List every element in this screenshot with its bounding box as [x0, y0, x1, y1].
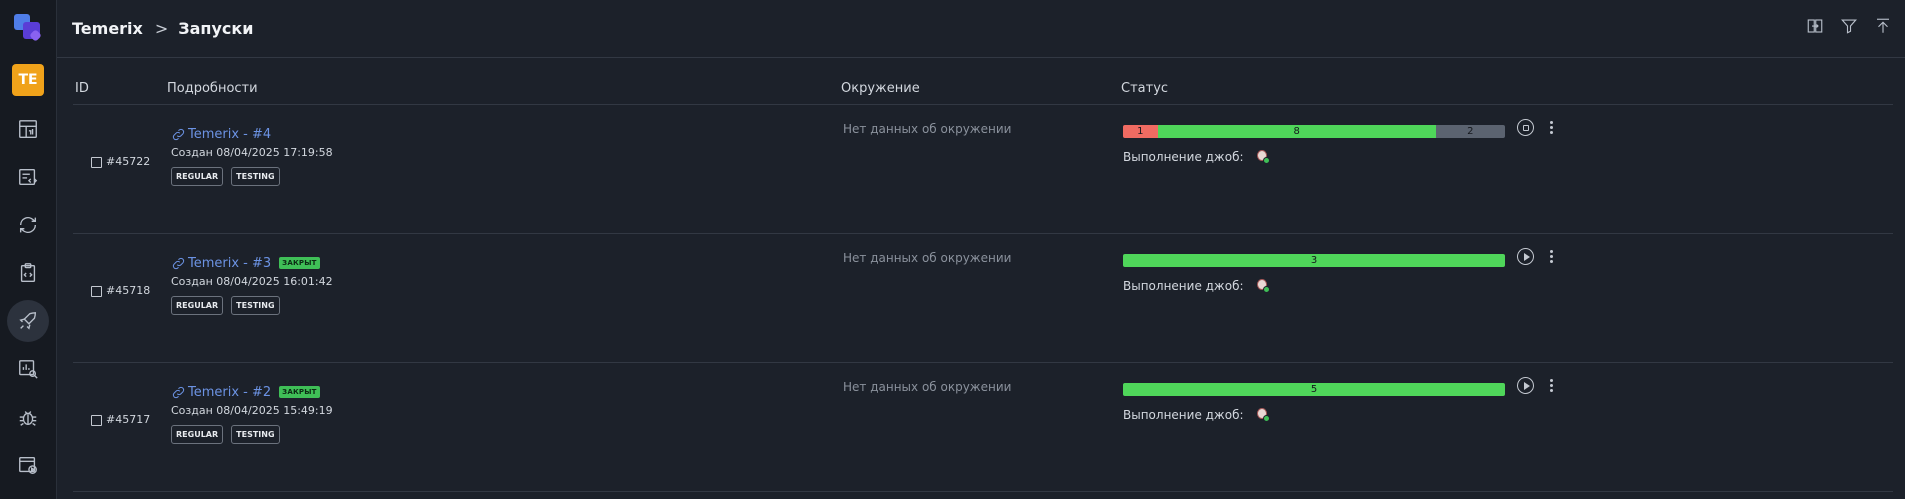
jobs-label: Выполнение джоб: — [1123, 408, 1244, 422]
job-user-avatar[interactable] — [1256, 408, 1270, 422]
launch-details: Temerix - #2 ЗАКРЫТ Создан 08/04/2025 15… — [171, 382, 333, 444]
more-menu-icon[interactable] — [1544, 377, 1558, 394]
status-progress-bar[interactable]: 3 — [1123, 254, 1505, 267]
filter-icon[interactable] — [1839, 16, 1859, 36]
tag-regular[interactable]: REGULAR — [171, 425, 224, 444]
closed-badge: ЗАКРЫТ — [279, 386, 320, 398]
created-date: Создан 08/04/2025 16:01:42 — [171, 275, 333, 288]
test-plan-icon[interactable] — [7, 252, 49, 294]
column-status: Статус — [1121, 81, 1169, 96]
sidebar: TE — [0, 0, 57, 499]
launch-details: Temerix - #3 ЗАКРЫТ Создан 08/04/2025 16… — [171, 253, 333, 315]
jobs-label: Выполнение джоб: — [1123, 150, 1244, 164]
launches-rocket-icon[interactable] — [7, 300, 49, 342]
more-menu-icon[interactable] — [1544, 119, 1558, 136]
analytics-search-icon[interactable] — [7, 348, 49, 390]
row-checkbox[interactable] — [91, 415, 102, 426]
launch-title-link[interactable]: Temerix - #4 — [188, 127, 271, 142]
launch-id: #45722 — [106, 155, 151, 168]
play-button[interactable] — [1517, 248, 1534, 265]
status-segment[interactable]: 1 — [1123, 125, 1158, 138]
job-user-avatar[interactable] — [1256, 279, 1270, 293]
launch-title-link[interactable]: Temerix - #2 — [188, 385, 271, 400]
environment-text: Нет данных об окружении — [843, 122, 1012, 136]
app: TE Temerix > Запуски ID Подробности Окру… — [0, 0, 1905, 499]
job-user-avatar[interactable] — [1256, 150, 1270, 164]
test-cases-icon[interactable] — [7, 156, 49, 198]
breadcrumb-separator: > — [154, 19, 169, 38]
header-actions — [1805, 16, 1893, 36]
status-progress-bar[interactable]: 5 — [1123, 383, 1505, 396]
row-checkbox[interactable] — [91, 286, 102, 297]
created-date: Создан 08/04/2025 15:49:19 — [171, 404, 333, 417]
column-details: Подробности — [167, 81, 258, 96]
tag-regular[interactable]: REGULAR — [171, 167, 224, 186]
project-avatar[interactable]: TE — [12, 64, 44, 96]
more-menu-icon[interactable] — [1544, 248, 1558, 265]
launches-table: ID Подробности Окружение Статус #45722 T… — [73, 58, 1893, 492]
sync-icon[interactable] — [7, 204, 49, 246]
breadcrumb-project[interactable]: Temerix — [72, 19, 143, 38]
status-segment[interactable]: 5 — [1123, 383, 1505, 396]
collapse-top-icon[interactable] — [1873, 16, 1893, 36]
link-icon — [171, 256, 186, 271]
column-environment: Окружение — [841, 81, 920, 96]
dashboard-icon[interactable] — [7, 108, 49, 150]
table-row[interactable]: #45717 Temerix - #2 ЗАКРЫТ Создан 08/04/… — [73, 363, 1893, 492]
tag-testing[interactable]: TESTING — [231, 425, 280, 444]
created-date: Создан 08/04/2025 17:19:58 — [171, 146, 333, 159]
page-title: Запуски — [178, 19, 254, 38]
link-icon — [171, 127, 186, 142]
compare-icon[interactable] — [1805, 16, 1825, 36]
closed-badge: ЗАКРЫТ — [279, 257, 320, 269]
table-row[interactable]: #45722 Temerix - #4 Создан 08/04/2025 17… — [73, 105, 1893, 234]
app-logo[interactable] — [11, 12, 45, 46]
status-cell: 182 Выполнение джоб: — [1123, 125, 1505, 164]
stop-button[interactable] — [1517, 119, 1534, 136]
status-progress-bar[interactable]: 182 — [1123, 125, 1505, 138]
launch-title-link[interactable]: Temerix - #3 — [188, 256, 271, 271]
environment-text: Нет данных об окружении — [843, 251, 1012, 265]
play-button[interactable] — [1517, 377, 1534, 394]
environment-text: Нет данных об окружении — [843, 380, 1012, 394]
jobs-icon[interactable] — [7, 444, 49, 486]
header: Temerix > Запуски — [57, 0, 1905, 58]
status-segment[interactable]: 3 — [1123, 254, 1505, 267]
jobs-label: Выполнение джоб: — [1123, 279, 1244, 293]
bug-icon[interactable] — [7, 396, 49, 438]
launch-id: #45717 — [106, 413, 151, 426]
link-icon — [171, 385, 186, 400]
status-segment[interactable]: 2 — [1435, 125, 1505, 138]
tag-regular[interactable]: REGULAR — [171, 296, 224, 315]
launch-details: Temerix - #4 Создан 08/04/2025 17:19:58 … — [171, 124, 333, 186]
table-header: ID Подробности Окружение Статус — [73, 58, 1893, 105]
status-cell: 3 Выполнение джоб: — [1123, 254, 1505, 293]
row-checkbox[interactable] — [91, 157, 102, 168]
tag-testing[interactable]: TESTING — [231, 167, 280, 186]
main-content: Temerix > Запуски ID Подробности Окружен… — [57, 0, 1905, 499]
status-cell: 5 Выполнение джоб: — [1123, 383, 1505, 422]
launch-id: #45718 — [106, 284, 151, 297]
status-segment[interactable]: 8 — [1157, 125, 1436, 138]
column-id: ID — [75, 81, 89, 96]
table-row[interactable]: #45718 Temerix - #3 ЗАКРЫТ Создан 08/04/… — [73, 234, 1893, 363]
tag-testing[interactable]: TESTING — [231, 296, 280, 315]
